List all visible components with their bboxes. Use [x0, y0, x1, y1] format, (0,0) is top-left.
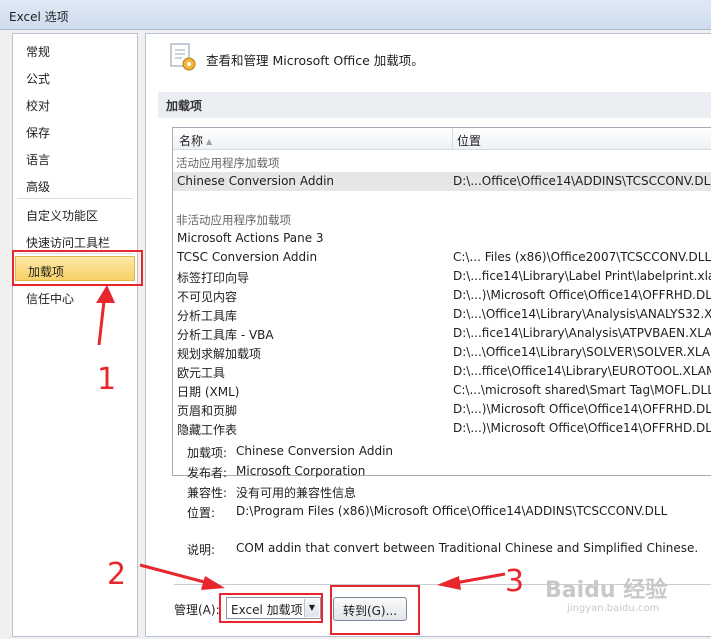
annotation-arrows — [96, 285, 506, 590]
watermark: Baidu 经验 — [545, 578, 668, 603]
annotation-number-2: 2 — [107, 557, 127, 592]
annotation-number-3: 3 — [505, 564, 525, 599]
annotation-number-1: 1 — [97, 362, 117, 397]
watermark-url: jingyan.baidu.com — [567, 603, 660, 614]
